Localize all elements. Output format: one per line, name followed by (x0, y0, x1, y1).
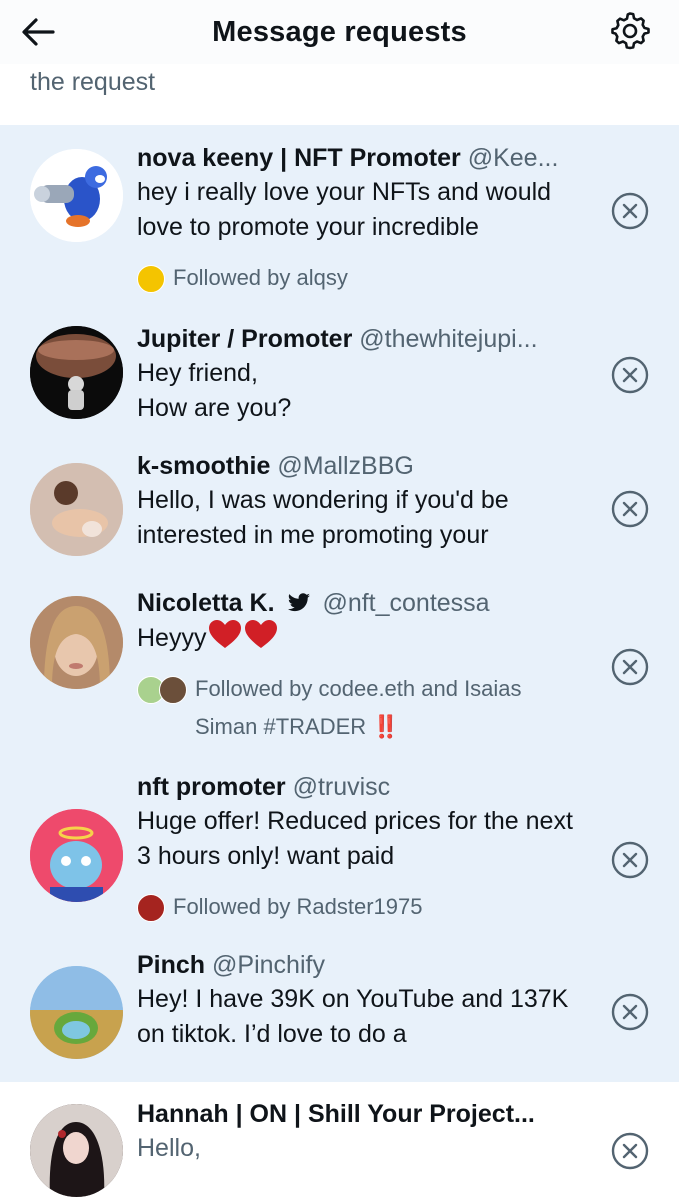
message-request-row[interactable]: nft promoter @truvisc Huge offer! Reduce… (0, 772, 679, 950)
followed-by-text: Followed by Radster1975 (173, 894, 423, 919)
message-request-row[interactable]: Nicoletta K. @nft_contessa Heyyy Followe… (0, 584, 679, 772)
sender-name: Hannah | ON | Shill Your Project... (137, 1100, 535, 1128)
follower-avatars (137, 894, 165, 922)
message-preview: hey i really love your NFTs and would lo… (137, 178, 552, 241)
double-exclamation-icon: ‼️ (372, 714, 400, 739)
avatar[interactable] (30, 596, 123, 689)
dismiss-request-button[interactable] (611, 993, 649, 1031)
sender-name-line: Jupiter / Promoter @thewhitejupi... (137, 322, 579, 356)
message-preview: Huge offer! Reduced prices for the next … (137, 807, 573, 870)
sender-name-line: nova keeny | NFT Promoter @Kee... (137, 141, 579, 175)
sender-name-line: k-smoothie @MallzBBG (137, 449, 579, 483)
follower-avatar (137, 265, 165, 293)
sender-name-line: Hannah | ON | Shill Your Project... (137, 1097, 579, 1131)
sender-name-line: nft promoter @truvisc (137, 770, 579, 804)
avatar[interactable] (30, 326, 123, 419)
message-preview-line: Hey friend, (137, 359, 258, 387)
message-request-row[interactable]: nova keeny | NFT Promoter @Kee... hey i … (0, 125, 679, 310)
sender-handle: @thewhitejupi... (359, 325, 538, 353)
message-preview-line: How are you? (137, 394, 292, 422)
arrow-left-icon (22, 18, 55, 46)
sender-handle: @MallzBBG (277, 452, 414, 480)
dismiss-request-button[interactable] (611, 490, 649, 528)
follower-avatar (137, 894, 165, 922)
avatar[interactable] (30, 966, 123, 1059)
sender-handle: @Kee... (467, 144, 559, 172)
sender-handle: @truvisc (292, 773, 391, 801)
gear-icon (611, 12, 650, 50)
message-preview-line: Heyyy (137, 620, 579, 656)
sender-name-line: Nicoletta K. @nft_contessa (137, 586, 579, 620)
followed-by-text: Followed by codee.eth and Isaias Siman #… (195, 676, 522, 739)
followed-by: Followed by Radster1975 (137, 888, 579, 926)
sender-name: Jupiter / Promoter (137, 325, 353, 353)
red-heart-icon (209, 620, 278, 648)
sender-name: Pinch (137, 951, 206, 979)
sender-name: k-smoothie (137, 452, 271, 480)
avatar[interactable] (30, 463, 123, 556)
followed-by: Followed by alqsy (137, 259, 579, 297)
dismiss-request-button[interactable] (611, 192, 649, 230)
top-bar: Message requests (0, 0, 679, 64)
message-preview: Heyyy (137, 624, 207, 652)
settings-button[interactable] (609, 10, 651, 52)
sender-handle: @nft_contessa (322, 589, 490, 617)
twitter-bird-icon (288, 593, 311, 612)
dismiss-request-button[interactable] (611, 648, 649, 686)
sender-name-line: Pinch @Pinchify (137, 948, 579, 982)
followed-by: Followed by codee.eth and Isaias Siman #… (137, 670, 579, 746)
message-preview: Hello, I was wondering if you'd be inter… (137, 486, 509, 549)
message-request-row[interactable]: Pinch @Pinchify Hey! I have 39K on YouTu… (0, 950, 679, 1082)
follower-avatar (159, 676, 187, 704)
request-info-text: the request (30, 68, 156, 96)
followed-by-text: Followed by alqsy (173, 265, 348, 290)
message-request-row[interactable]: k-smoothie @MallzBBG Hello, I was wonder… (0, 447, 679, 584)
avatar[interactable] (30, 149, 123, 242)
page-title: Message requests (212, 15, 467, 48)
message-preview: Hello, (137, 1134, 201, 1162)
message-preview: Hey! I have 39K on YouTube and 137K on t… (137, 985, 569, 1048)
message-requests-list: nova keeny | NFT Promoter @Kee... hey i … (0, 125, 679, 1200)
avatar[interactable] (30, 1104, 123, 1197)
sender-name: nova keeny | NFT Promoter (137, 144, 461, 172)
message-request-row[interactable]: Hannah | ON | Shill Your Project... Hell… (0, 1082, 679, 1200)
message-request-row[interactable]: Jupiter / Promoter @thewhitejupi... Hey … (0, 310, 679, 447)
follower-avatars (137, 265, 165, 293)
avatar[interactable] (30, 809, 123, 902)
dismiss-request-button[interactable] (611, 1132, 649, 1170)
sender-name: Nicoletta K. (137, 589, 275, 617)
back-button[interactable] (18, 12, 58, 52)
dismiss-request-button[interactable] (611, 356, 649, 394)
dismiss-request-button[interactable] (611, 841, 649, 879)
sender-name: nft promoter (137, 773, 286, 801)
sender-handle: @Pinchify (212, 951, 325, 979)
follower-avatars (137, 676, 187, 704)
